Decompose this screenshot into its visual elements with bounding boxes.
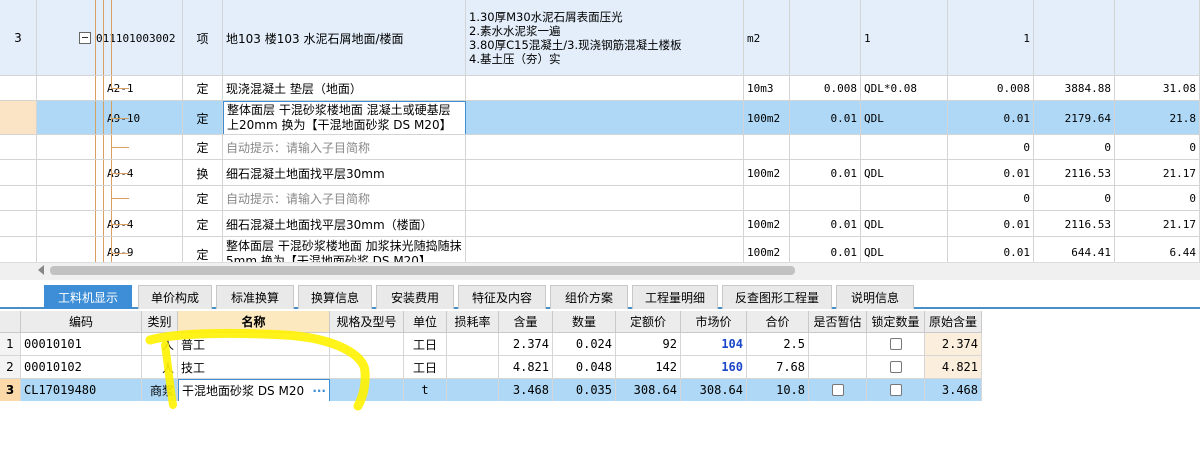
highlighter-annotation	[145, 328, 370, 411]
